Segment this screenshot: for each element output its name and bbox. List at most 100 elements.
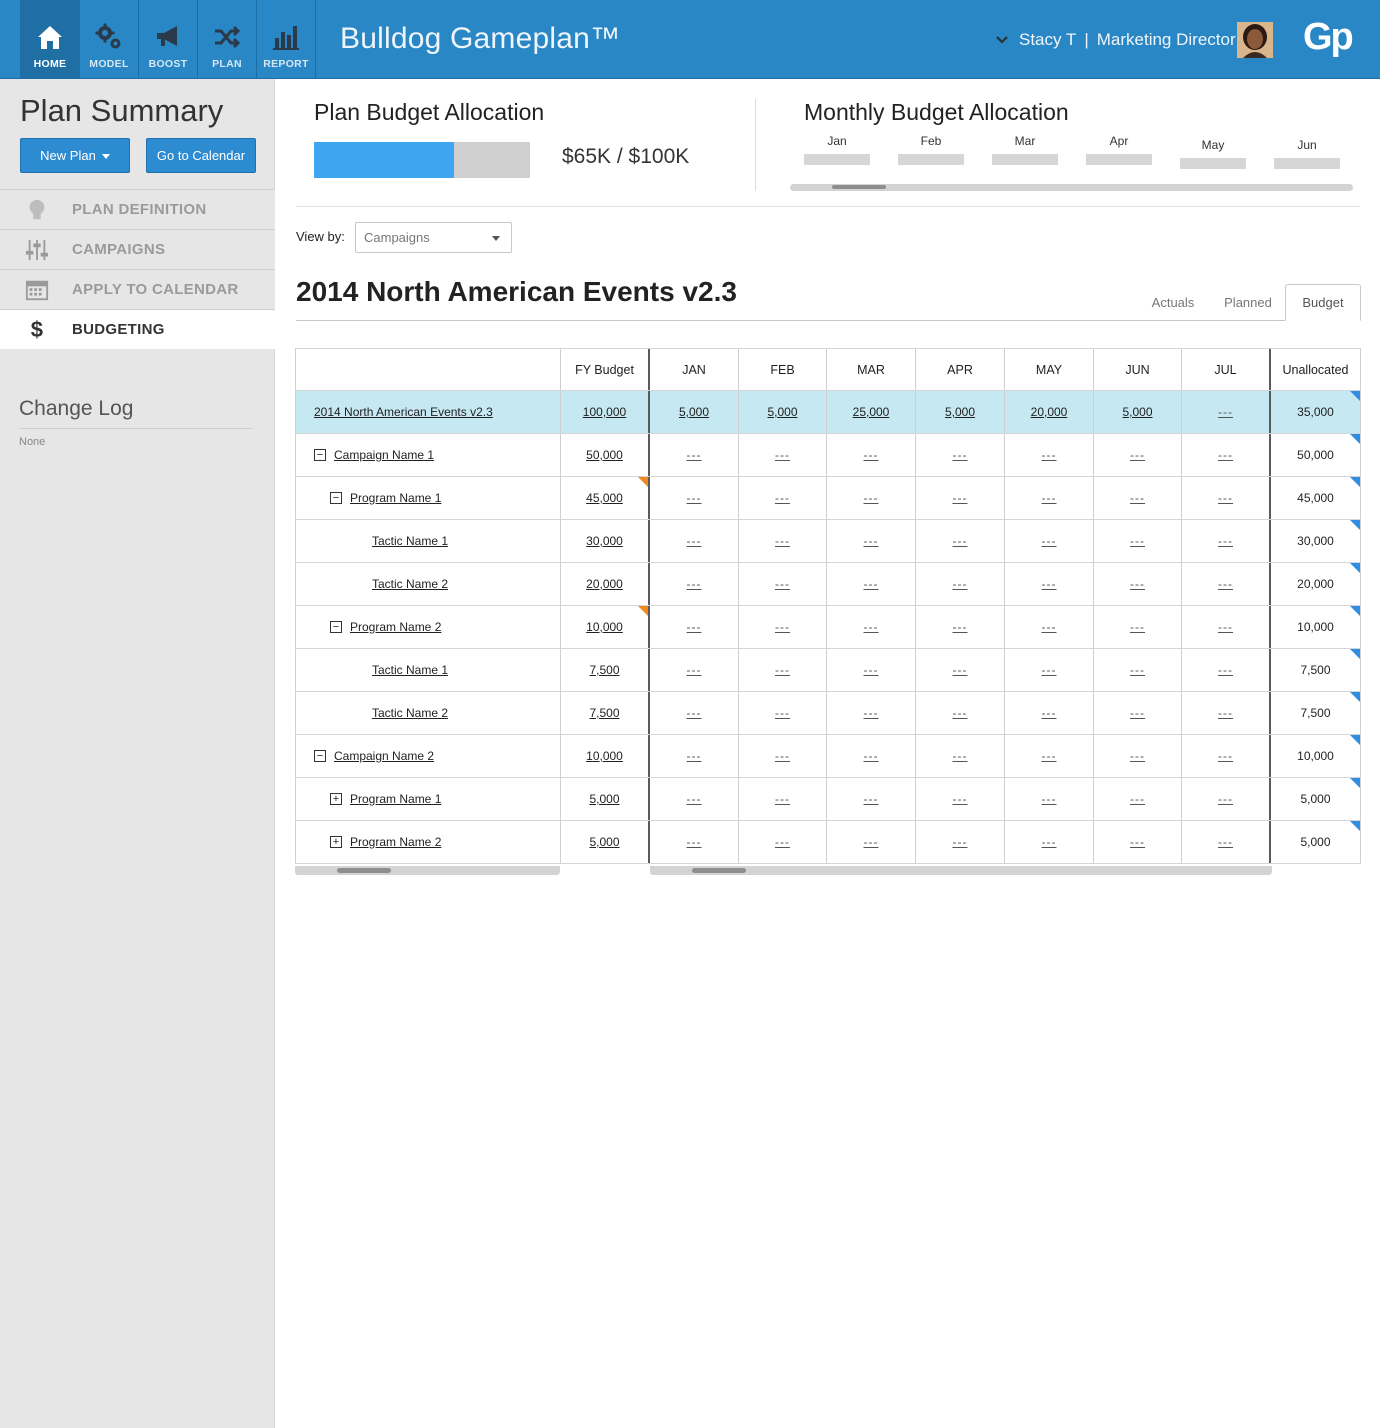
month-value[interactable]: --- [953,749,968,763]
month-value[interactable]: --- [1130,534,1145,548]
row-name-link[interactable]: Campaign Name 2 [334,749,434,763]
month-value[interactable]: --- [1042,663,1057,677]
month-value[interactable]: --- [1042,577,1057,591]
nav-report[interactable]: REPORT [257,0,316,78]
row-name-link[interactable]: Program Name 2 [350,835,441,849]
month-value[interactable]: --- [1218,620,1233,634]
row-name-link[interactable]: Tactic Name 2 [372,577,448,591]
fy-budget-value[interactable]: 20,000 [586,577,623,591]
month-value[interactable]: --- [687,448,702,462]
month-value[interactable]: --- [953,577,968,591]
month-value[interactable]: 5,000 [767,405,797,419]
collapse-icon[interactable]: − [330,492,342,504]
monthly-scrollbar[interactable] [790,184,1353,191]
month-value[interactable]: --- [864,620,879,634]
month-value[interactable]: --- [687,835,702,849]
month-value[interactable]: --- [1042,491,1057,505]
collapse-icon[interactable]: − [330,621,342,633]
month-value[interactable]: --- [864,835,879,849]
nav-plan[interactable]: PLAN [198,0,257,78]
month-value[interactable]: --- [1042,749,1057,763]
month-value[interactable]: --- [1042,620,1057,634]
go-to-calendar-button[interactable]: Go to Calendar [146,138,256,173]
month-value[interactable]: --- [1130,663,1145,677]
month-value[interactable]: --- [1130,792,1145,806]
month-value[interactable]: --- [775,534,790,548]
row-name-link[interactable]: Program Name 2 [350,620,441,634]
fy-budget-value[interactable]: 100,000 [583,405,626,419]
month-value[interactable]: --- [1042,534,1057,548]
month-value[interactable]: --- [775,706,790,720]
row-name-link[interactable]: 2014 North American Events v2.3 [314,405,493,419]
month-value[interactable]: --- [1130,706,1145,720]
fy-budget-value[interactable]: 7,500 [589,706,619,720]
fy-budget-value[interactable]: 45,000 [586,491,623,505]
row-name-link[interactable]: Program Name 1 [350,792,441,806]
month-value[interactable]: --- [953,491,968,505]
month-value[interactable]: --- [1218,448,1233,462]
month-value[interactable]: --- [1042,706,1057,720]
month-value[interactable]: --- [687,706,702,720]
month-value[interactable]: 5,000 [945,405,975,419]
month-value[interactable]: --- [953,706,968,720]
expand-icon[interactable]: + [330,793,342,805]
month-value[interactable]: --- [864,577,879,591]
month-value[interactable]: --- [953,835,968,849]
fy-budget-value[interactable]: 30,000 [586,534,623,548]
sidebar-item-plan-definition[interactable]: PLAN DEFINITION [0,189,275,229]
month-value[interactable]: --- [1218,749,1233,763]
month-value[interactable]: --- [775,448,790,462]
month-value[interactable]: --- [953,792,968,806]
month-value[interactable]: --- [864,749,879,763]
view-by-select[interactable]: Campaigns [355,222,512,253]
month-value[interactable]: --- [775,792,790,806]
tab-actuals[interactable]: Actuals [1142,284,1204,321]
month-value[interactable]: 25,000 [853,405,890,419]
table-name-scrollbar[interactable] [295,866,560,875]
month-value[interactable]: --- [953,663,968,677]
month-value[interactable]: --- [953,620,968,634]
month-value[interactable]: --- [687,749,702,763]
month-value[interactable]: --- [953,534,968,548]
month-value[interactable]: --- [1042,835,1057,849]
month-value[interactable]: --- [1130,491,1145,505]
month-value[interactable]: --- [1130,577,1145,591]
sidebar-item-apply-to-calendar[interactable]: APPLY TO CALENDAR [0,269,275,309]
nav-model[interactable]: MODEL [80,0,139,78]
month-value[interactable]: --- [1042,792,1057,806]
row-name-link[interactable]: Tactic Name 2 [372,706,448,720]
collapse-icon[interactable]: − [314,750,326,762]
fy-budget-value[interactable]: 7,500 [589,663,619,677]
row-name-link[interactable]: Tactic Name 1 [372,663,448,677]
month-value[interactable]: --- [864,706,879,720]
month-value[interactable]: --- [1218,706,1233,720]
nav-boost[interactable]: BOOST [139,0,198,78]
month-value[interactable]: 20,000 [1031,405,1068,419]
month-value[interactable]: --- [1130,749,1145,763]
avatar[interactable] [1237,22,1273,58]
month-value[interactable]: --- [1218,577,1233,591]
month-value[interactable]: --- [1218,663,1233,677]
sidebar-item-budgeting[interactable]: $ BUDGETING [0,309,275,349]
month-value[interactable]: --- [1130,835,1145,849]
month-value[interactable]: --- [775,491,790,505]
month-value[interactable]: --- [1042,448,1057,462]
fy-budget-value[interactable]: 5,000 [589,792,619,806]
month-value[interactable]: --- [1218,491,1233,505]
month-value[interactable]: --- [687,491,702,505]
month-value[interactable]: --- [864,663,879,677]
tab-budget[interactable]: Budget [1285,284,1361,321]
row-name-link[interactable]: Campaign Name 1 [334,448,434,462]
month-value[interactable]: 5,000 [679,405,709,419]
month-value[interactable]: --- [687,620,702,634]
user-menu[interactable]: Stacy T | Marketing Director [995,30,1236,50]
month-value[interactable]: --- [1218,792,1233,806]
month-value[interactable]: --- [775,620,790,634]
sidebar-item-campaigns[interactable]: CAMPAIGNS [0,229,275,269]
new-plan-button[interactable]: New Plan [20,138,130,173]
month-value[interactable]: --- [953,448,968,462]
month-value[interactable]: 5,000 [1122,405,1152,419]
month-value[interactable]: --- [775,835,790,849]
month-value[interactable]: --- [1130,620,1145,634]
scrollbar-thumb[interactable] [692,868,746,873]
